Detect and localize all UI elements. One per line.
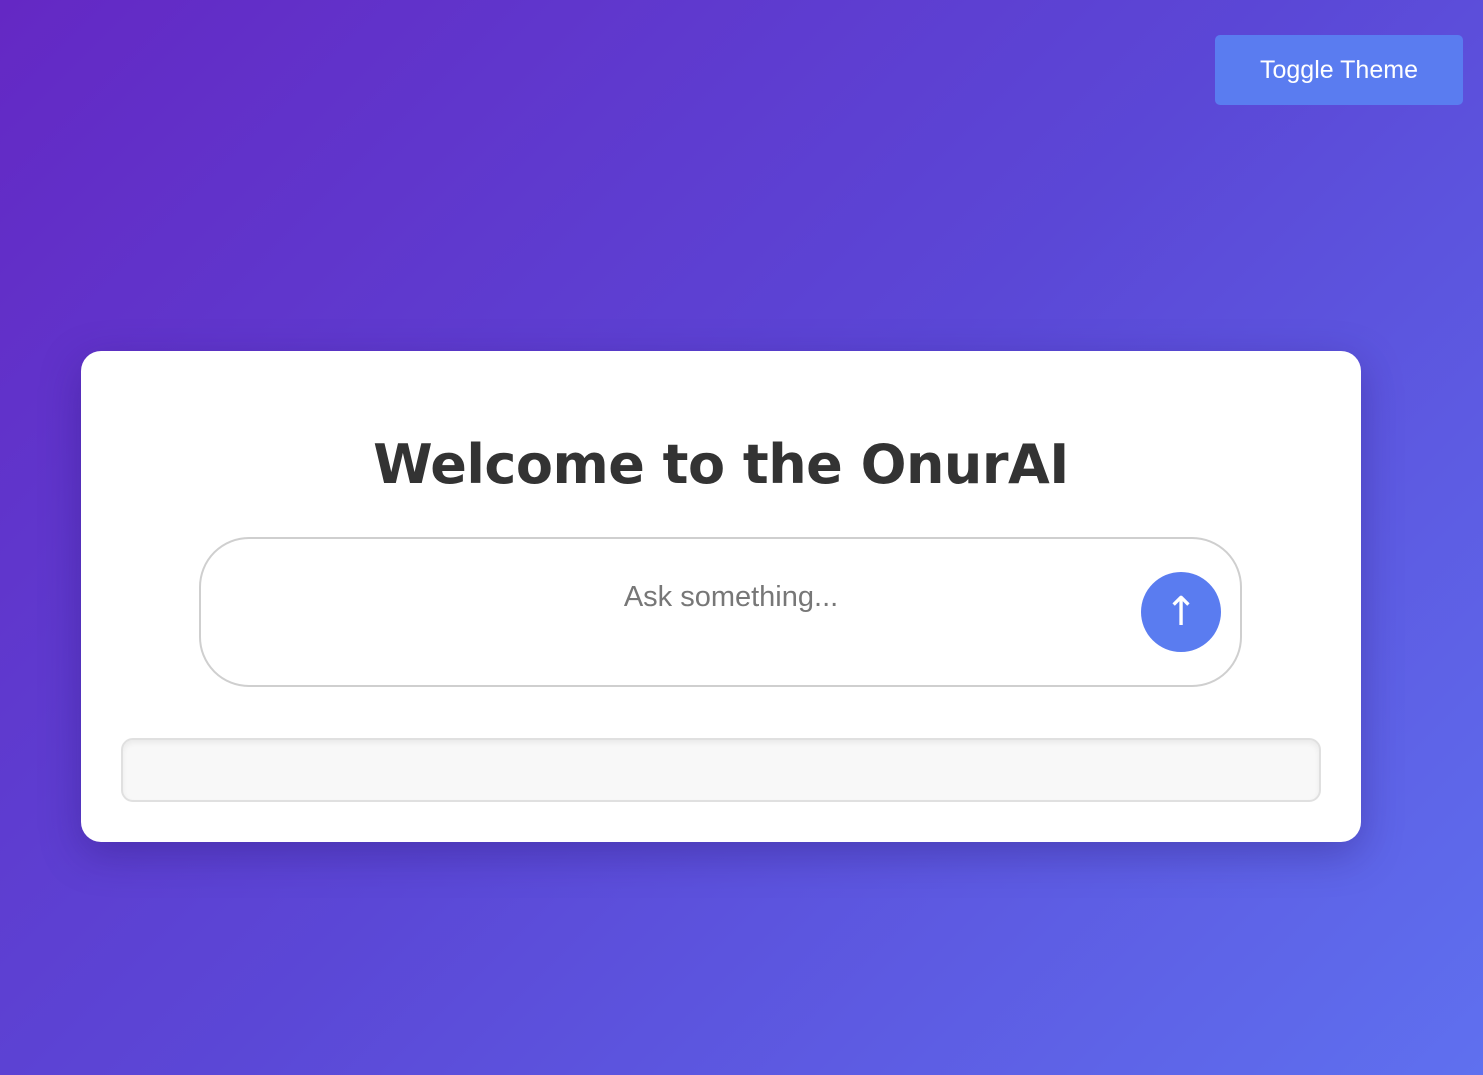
- page-title: Welcome to the OnurAI: [373, 433, 1069, 496]
- toggle-theme-button[interactable]: Toggle Theme: [1215, 35, 1463, 105]
- response-area: [121, 738, 1321, 802]
- welcome-card: Welcome to the OnurAI ↑: [81, 351, 1361, 842]
- ask-input[interactable]: [331, 569, 1131, 639]
- ask-box: ↑: [199, 537, 1242, 687]
- send-button[interactable]: ↑: [1141, 572, 1221, 652]
- arrow-up-icon: ↑: [1164, 589, 1198, 635]
